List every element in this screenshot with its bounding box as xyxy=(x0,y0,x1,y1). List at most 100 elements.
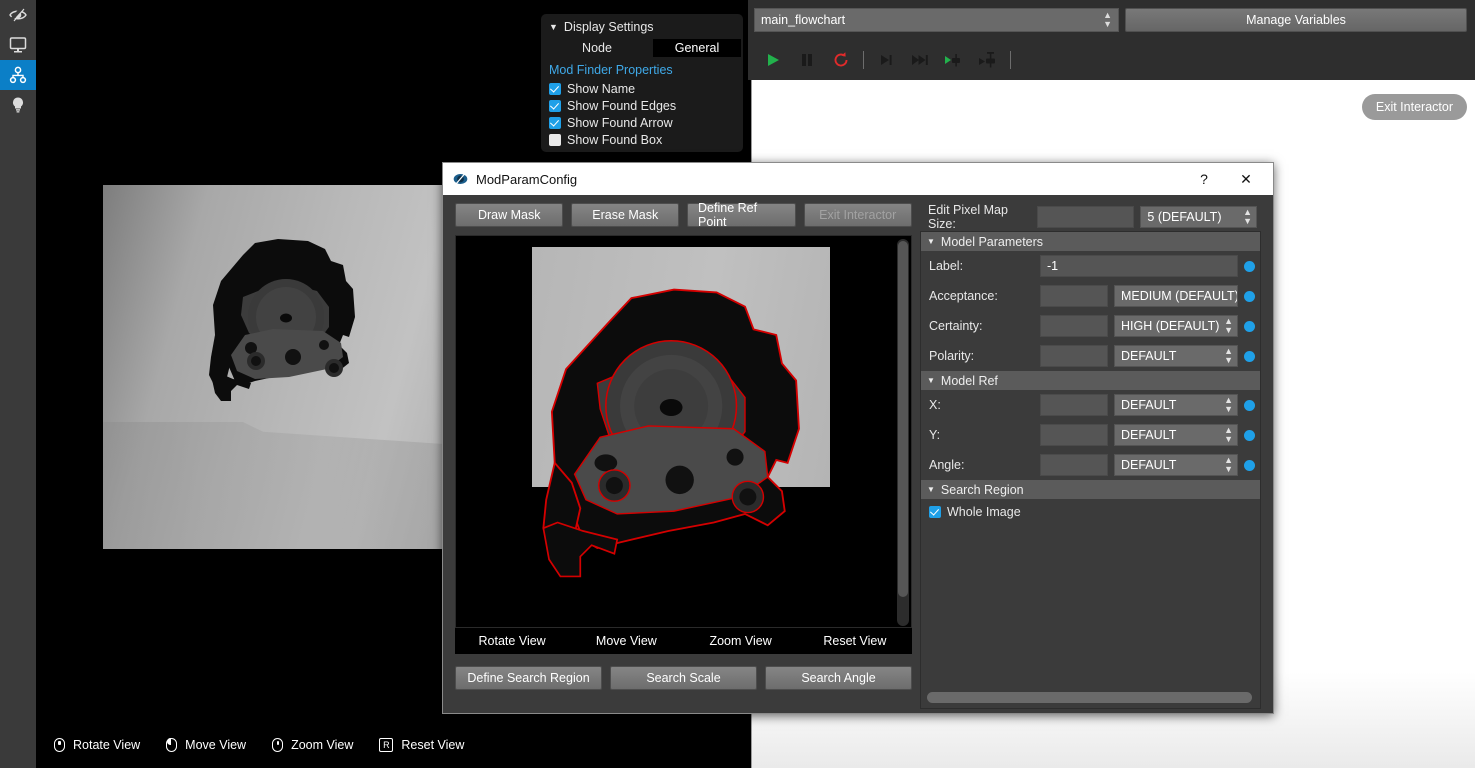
tab-general[interactable]: General xyxy=(653,39,741,57)
legend-rotate-view[interactable]: Rotate View xyxy=(54,738,140,752)
binding-dot-icon[interactable] xyxy=(1244,429,1255,441)
section-header-model-ref[interactable]: ▼ Model Ref xyxy=(921,371,1260,390)
run-to-node-button[interactable] xyxy=(937,45,971,75)
ref-x-input[interactable] xyxy=(1040,394,1108,416)
model-image-canvas[interactable] xyxy=(455,235,912,628)
search-angle-button[interactable]: Search Angle xyxy=(765,666,912,690)
whole-image-checkbox-icon[interactable] xyxy=(929,506,941,518)
binding-dot-icon[interactable] xyxy=(1244,290,1255,302)
toolbar-divider xyxy=(1010,51,1011,69)
checkbox-show-found-box[interactable]: Show Found Box xyxy=(541,131,743,148)
reset-button[interactable] xyxy=(824,45,858,75)
toolbar-divider xyxy=(863,51,864,69)
row-ref-angle: Angle: DEFAULT ▲ ▼ xyxy=(921,450,1260,480)
chevron-down-icon: ▼ xyxy=(927,237,935,246)
binding-dot-icon[interactable] xyxy=(1244,320,1255,332)
draw-mask-button[interactable]: Draw Mask xyxy=(455,203,564,227)
checkbox-label: Show Found Edges xyxy=(567,98,677,113)
row-label-text: Polarity: xyxy=(929,349,975,363)
exit-interactor-label: Exit Interactor xyxy=(1375,100,1453,114)
row-label-text: Angle: xyxy=(929,458,965,472)
section-title: Model Ref xyxy=(940,373,998,388)
step-forward-icon xyxy=(881,55,892,65)
node-tab-row: Node General xyxy=(541,38,743,60)
pause-button[interactable] xyxy=(790,45,824,75)
row-label-text: Y: xyxy=(929,428,941,442)
flowchart-select[interactable]: main_flowchart ▲ ▼ xyxy=(754,8,1119,32)
tab-node[interactable]: Node xyxy=(541,41,653,55)
row-polarity: Polarity: DEFAULT ▲ ▼ xyxy=(921,341,1260,371)
search-scale-button[interactable]: Search Scale xyxy=(610,666,757,690)
search-buttons-row: Define Search Region Search Scale Search… xyxy=(455,666,912,690)
parameters-horizontal-scrollbar[interactable] xyxy=(927,692,1252,703)
run-button[interactable] xyxy=(756,45,790,75)
help-button[interactable]: ? xyxy=(1183,164,1225,194)
pixel-map-size-input[interactable] xyxy=(1036,206,1135,228)
checkbox-icon[interactable] xyxy=(549,133,561,146)
pixel-map-size-select[interactable]: 5 (DEFAULT) ▲ ▼ xyxy=(1140,206,1257,228)
certainty-select[interactable]: HIGH (DEFAULT) ▲ ▼ xyxy=(1114,315,1238,337)
row-certainty: Certainty: HIGH (DEFAULT) ▲ ▼ xyxy=(921,311,1260,341)
chevron-down-icon: ▼ xyxy=(927,485,935,494)
section-header-search-region[interactable]: ▼ Search Region xyxy=(921,480,1260,499)
row-label-text: X: xyxy=(929,398,941,412)
sidebar-item-vision[interactable] xyxy=(0,0,36,30)
step-into-button[interactable] xyxy=(869,45,903,75)
checkbox-label: Show Found Arrow xyxy=(567,115,673,130)
legend-reset-view[interactable]: Reset View xyxy=(798,634,912,648)
legend-zoom-view[interactable]: Zoom View xyxy=(684,634,798,648)
legend-rotate-view[interactable]: Rotate View xyxy=(455,634,569,648)
sidebar-item-flowchart[interactable] xyxy=(0,60,36,90)
ref-angle-select[interactable]: DEFAULT ▲ ▼ xyxy=(1114,454,1238,476)
binding-dot-icon[interactable] xyxy=(1244,350,1255,362)
sidebar-item-hints[interactable] xyxy=(0,90,36,120)
legend-zoom-view[interactable]: Zoom View xyxy=(272,738,353,752)
acceptance-select[interactable]: MEDIUM (DEFAULT) ▲▼ xyxy=(1114,285,1238,307)
parameters-column: Edit Pixel Map Size: 5 (DEFAULT) ▲ ▼ ▼ Mo… xyxy=(920,195,1275,715)
viewport-legend-bar: Rotate View Move View Zoom View R Reset … xyxy=(36,722,748,768)
playback-toolbar xyxy=(748,42,1475,78)
define-search-region-button[interactable]: Define Search Region xyxy=(455,666,602,690)
ref-y-select[interactable]: DEFAULT ▲ ▼ xyxy=(1114,424,1238,446)
ref-x-select[interactable]: DEFAULT ▲ ▼ xyxy=(1114,394,1238,416)
select-value: DEFAULT xyxy=(1121,398,1177,412)
legend-move-view[interactable]: Move View xyxy=(166,737,246,752)
checkbox-icon[interactable] xyxy=(549,116,561,129)
acceptance-input[interactable] xyxy=(1040,285,1108,307)
manage-variables-button[interactable]: Manage Variables xyxy=(1125,8,1467,32)
section-header-model-parameters[interactable]: ▼ Model Parameters xyxy=(921,232,1260,251)
checkbox-icon[interactable] xyxy=(549,82,561,95)
erase-mask-button[interactable]: Erase Mask xyxy=(571,203,680,227)
exit-interactor-button[interactable]: Exit Interactor xyxy=(1361,94,1467,120)
checkbox-show-found-arrow[interactable]: Show Found Arrow xyxy=(541,114,743,131)
run-from-node-button[interactable] xyxy=(971,45,1005,75)
checkbox-show-found-edges[interactable]: Show Found Edges xyxy=(541,97,743,114)
display-settings-header[interactable]: ▼ Display Settings xyxy=(541,20,743,38)
binding-dot-icon[interactable] xyxy=(1244,260,1255,272)
sidebar-item-display[interactable] xyxy=(0,30,36,60)
define-ref-point-button[interactable]: Define Ref Point xyxy=(687,201,796,229)
legend-reset-view[interactable]: R Reset View xyxy=(379,738,464,752)
polarity-input[interactable] xyxy=(1040,345,1108,367)
step-over-button[interactable] xyxy=(903,45,937,75)
polarity-select[interactable]: DEFAULT ▲ ▼ xyxy=(1114,345,1238,367)
app-root: ▼ Display Settings Node General Mod Find… xyxy=(0,0,1475,768)
binding-dot-icon[interactable] xyxy=(1244,399,1255,411)
legend-move-view[interactable]: Move View xyxy=(569,634,683,648)
dialog-title-bar[interactable]: ModParamConfig ? ✕ xyxy=(443,163,1273,195)
close-button[interactable]: ✕ xyxy=(1225,164,1267,194)
checkbox-show-name[interactable]: Show Name xyxy=(541,80,743,97)
image-vertical-scrollbar[interactable] xyxy=(897,239,909,626)
binding-dot-icon[interactable] xyxy=(1244,459,1255,471)
scrollbar-thumb[interactable] xyxy=(927,692,1252,703)
checkbox-icon[interactable] xyxy=(549,99,561,112)
certainty-input[interactable] xyxy=(1040,315,1108,337)
row-whole-image[interactable]: Whole Image xyxy=(921,499,1260,525)
spinner-arrows-icon: ▲ ▼ xyxy=(1224,455,1233,474)
ref-y-input[interactable] xyxy=(1040,424,1108,446)
label-input[interactable]: -1 xyxy=(1040,255,1238,277)
legend-label: Reset View xyxy=(401,738,465,752)
scrollbar-thumb[interactable] xyxy=(898,241,908,597)
spinner-arrows-icon: ▲ ▼ xyxy=(1224,425,1233,444)
ref-angle-input[interactable] xyxy=(1040,454,1108,476)
